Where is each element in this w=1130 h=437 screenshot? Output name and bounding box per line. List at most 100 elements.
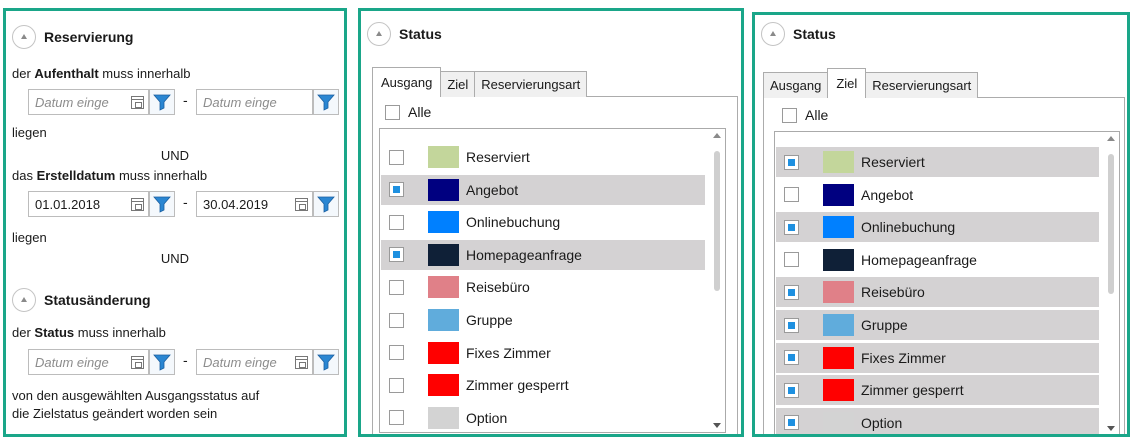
status-item-label: Onlinebuchung <box>466 214 561 231</box>
status-item-checkbox[interactable] <box>389 345 404 361</box>
status-item-checkbox[interactable] <box>389 247 404 263</box>
scroll-up-icon[interactable] <box>1107 136 1115 141</box>
status-color-swatch <box>428 178 459 201</box>
status-list-item[interactable]: Reserviert <box>381 142 705 172</box>
status-from-input[interactable]: Datum einge <box>28 349 149 375</box>
status-item-checkbox[interactable] <box>389 279 404 295</box>
aufenthalt-from-filter-button[interactable] <box>149 89 175 115</box>
status-color-swatch <box>823 379 854 402</box>
calendar-icon[interactable] <box>131 95 144 109</box>
status-description-line2: die Zielstatus geändert worden sein <box>12 406 218 421</box>
status-item-checkbox[interactable] <box>389 149 404 165</box>
status-list-item[interactable]: Option <box>381 403 705 432</box>
status-list-item[interactable]: Reserviert <box>776 147 1099 177</box>
scroll-up-icon[interactable] <box>713 133 721 138</box>
status-list-item[interactable]: Homepageanfrage <box>381 239 705 270</box>
calendar-icon[interactable] <box>131 197 144 211</box>
scroll-down-icon[interactable] <box>713 423 721 428</box>
status-item-checkbox[interactable] <box>389 312 404 328</box>
status-list-item[interactable]: Homepageanfrage <box>776 245 1099 275</box>
statusaenderung-header: Statusänderung <box>12 288 151 312</box>
reservierung-header: Reservierung <box>12 25 133 49</box>
funnel-icon <box>153 354 171 371</box>
status-list-item[interactable]: Angebot <box>776 180 1099 210</box>
status-to-input[interactable]: Datum einge <box>196 349 313 375</box>
collapse-reservierung-button[interactable] <box>12 25 36 49</box>
collapse-statusaenderung-button[interactable] <box>12 288 36 312</box>
alle-label: Alle <box>408 104 432 120</box>
erstelldatum-from-filter-button[interactable] <box>149 191 175 217</box>
status-list-item[interactable]: Gruppe <box>776 310 1099 340</box>
status-item-label: Reisebüro <box>466 279 530 296</box>
tab-ausgang[interactable]: Ausgang <box>763 72 829 98</box>
scroll-down-icon[interactable] <box>1107 426 1115 431</box>
status-color-swatch <box>428 374 459 397</box>
status-list-item[interactable]: Option <box>776 407 1099 434</box>
range-dash: - <box>183 92 188 108</box>
status-list-item[interactable]: Onlinebuchung <box>381 207 705 237</box>
status-item-checkbox[interactable] <box>784 415 799 431</box>
tab-reservierungsart[interactable]: Reservierungsart <box>474 71 588 97</box>
aufenthalt-to-input[interactable]: Datum einge <box>196 89 313 115</box>
vertical-scrollbar[interactable] <box>1103 132 1119 434</box>
status-item-checkbox[interactable] <box>784 317 799 333</box>
status-panel-ausgang: Status Ausgang Ziel Reservierungsart All… <box>358 8 744 437</box>
status-list-item[interactable]: Zimmer gesperrt <box>381 370 705 400</box>
status-item-checkbox[interactable] <box>389 377 404 393</box>
status-item-checkbox[interactable] <box>784 350 799 366</box>
collapse-status-button[interactable] <box>367 22 391 46</box>
tab-ausgang[interactable]: Ausgang <box>372 67 442 97</box>
status-item-checkbox[interactable] <box>784 219 799 235</box>
status-tabs: Ausgang Ziel Reservierungsart <box>372 67 588 97</box>
scrollbar-thumb[interactable] <box>714 151 720 291</box>
status-item-checkbox[interactable] <box>784 187 799 203</box>
chevron-up-icon <box>21 34 27 39</box>
status-to-filter-button[interactable] <box>313 349 339 375</box>
und-label: UND <box>160 251 190 266</box>
status-list-item[interactable]: Zimmer gesperrt <box>776 375 1099 406</box>
status-list-item[interactable]: Onlinebuchung <box>776 212 1099 243</box>
status-item-checkbox[interactable] <box>784 154 799 170</box>
status-color-swatch <box>428 406 459 429</box>
erstelldatum-to-filter-button[interactable] <box>313 191 339 217</box>
alle-checkbox[interactable] <box>385 104 400 120</box>
status-item-checkbox[interactable] <box>389 214 404 230</box>
status-list-item[interactable]: Fixes Zimmer <box>776 342 1099 373</box>
statusaenderung-title: Statusänderung <box>44 292 151 308</box>
calendar-icon[interactable] <box>131 355 144 369</box>
status-list-item[interactable]: Gruppe <box>381 305 705 335</box>
status-item-checkbox[interactable] <box>389 410 404 426</box>
status-list-item[interactable]: Angebot <box>381 174 705 205</box>
status-color-swatch <box>823 183 854 206</box>
calendar-icon[interactable] <box>295 197 308 211</box>
status-item-label: Gruppe <box>861 317 908 333</box>
status-item-checkbox[interactable] <box>389 182 404 198</box>
status-title: Status <box>399 26 442 42</box>
status-list-item[interactable]: Reisebüro <box>776 277 1099 308</box>
aufenthalt-from-input[interactable]: Datum einge <box>28 89 149 115</box>
alle-checkbox-row[interactable]: Alle <box>385 104 431 120</box>
alle-checkbox-row[interactable]: Alle <box>782 107 828 123</box>
tab-reservierungsart[interactable]: Reservierungsart <box>865 72 979 98</box>
calendar-icon[interactable] <box>295 355 308 369</box>
tab-ziel[interactable]: Ziel <box>827 68 867 98</box>
status-header: Status <box>367 22 442 46</box>
erstelldatum-from-input[interactable]: 01.01.2018 <box>28 191 149 217</box>
status-list[interactable]: Reserviert Angebot Onlinebuchung Homepagean… <box>379 128 726 433</box>
alle-checkbox[interactable] <box>782 107 797 123</box>
status-item-checkbox[interactable] <box>784 382 799 398</box>
status-from-filter-button[interactable] <box>149 349 175 375</box>
collapse-status-button[interactable] <box>761 22 785 46</box>
vertical-scrollbar[interactable] <box>709 129 725 432</box>
scrollbar-thumb[interactable] <box>1108 154 1114 294</box>
tab-ziel[interactable]: Ziel <box>440 71 476 97</box>
status-list-item[interactable]: Fixes Zimmer <box>381 338 705 368</box>
status-list-item[interactable]: Reisebüro <box>381 272 705 302</box>
funnel-icon <box>153 196 171 213</box>
status-item-checkbox[interactable] <box>784 284 799 300</box>
status-item-label: Gruppe <box>466 312 513 328</box>
status-list[interactable]: Reserviert Angebot Onlinebuchung Homepagean… <box>774 131 1120 434</box>
erstelldatum-to-input[interactable]: 30.04.2019 <box>196 191 313 217</box>
aufenthalt-to-filter-button[interactable] <box>313 89 339 115</box>
status-item-checkbox[interactable] <box>784 252 799 268</box>
